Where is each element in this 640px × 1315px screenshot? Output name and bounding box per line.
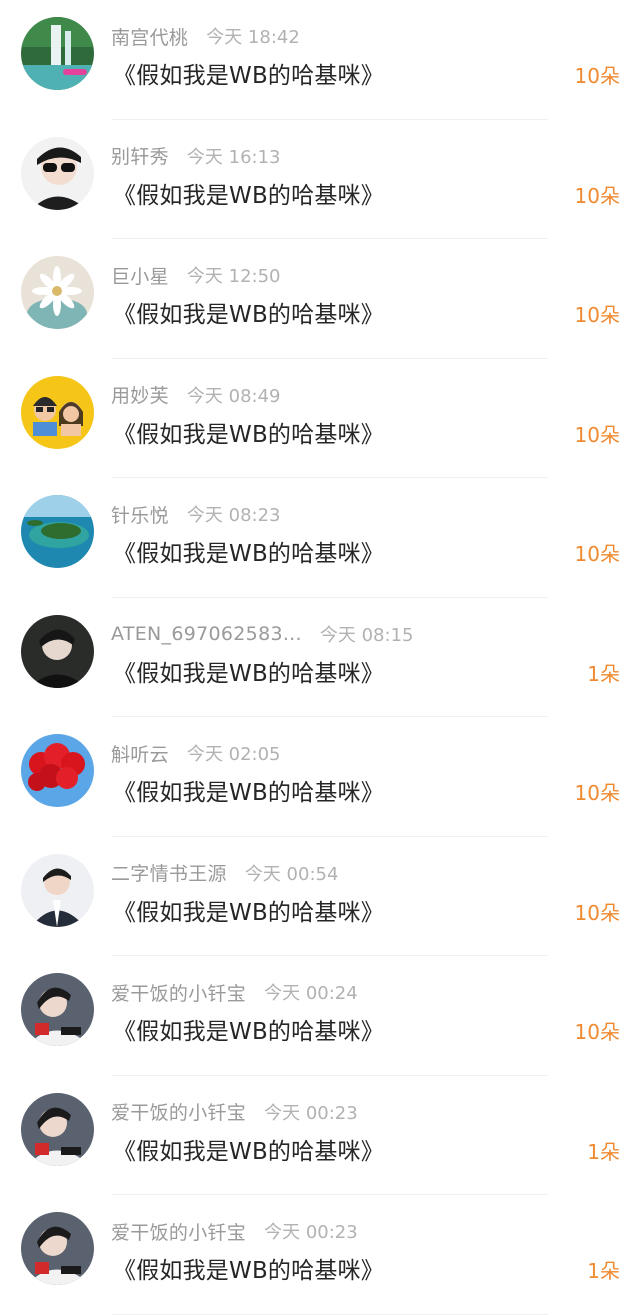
sender-name[interactable]: 斛听云 (111, 740, 169, 767)
waterfall-landscape-avatar[interactable] (21, 17, 94, 90)
sender-name[interactable]: 别轩秀 (111, 142, 169, 169)
sender-name[interactable]: 针乐悦 (111, 501, 169, 528)
gift-amount: 10朵 (574, 183, 620, 208)
gift-title[interactable]: 《假如我是WB的哈基咪》 (113, 56, 384, 90)
gift-amount: 10朵 (574, 1020, 620, 1044)
timestamp: 今天 00:24 (264, 983, 358, 1004)
gift-amount: 10朵 (574, 542, 620, 566)
timestamp: 今天 08:49 (186, 385, 281, 407)
sender-meta: 别轩秀 今天 16:13 (111, 142, 281, 170)
list-item[interactable]: ATEN_697062583... 今天 08:15 《假如我是WB的哈基咪》 … (0, 598, 640, 718)
gift-title[interactable]: 《假如我是WB的哈基咪》 (113, 1012, 384, 1046)
timestamp: 今天 00:54 (244, 863, 339, 885)
timestamp: 今天 16:13 (186, 146, 281, 168)
gift-title[interactable]: 《假如我是WB的哈基咪》 (113, 1251, 384, 1285)
sender-name[interactable]: ATEN_697062583... (111, 623, 302, 645)
gift-title[interactable]: 《假如我是WB的哈基咪》 (113, 773, 384, 807)
sender-name[interactable]: 二字情书王源 (111, 859, 227, 886)
sender-meta: 针乐悦 今天 08:23 (111, 500, 281, 528)
sender-meta: 爱干饭的小钎宝 今天 00:24 (111, 978, 358, 1006)
racer-portrait-avatar[interactable] (21, 973, 94, 1046)
portrait-avatar[interactable] (21, 853, 94, 927)
sunglasses-portrait-avatar[interactable] (21, 136, 94, 210)
sender-name[interactable]: 巨小星 (111, 262, 169, 289)
sender-meta: 巨小星 今天 12:50 (111, 261, 281, 289)
sender-meta: 用妙芙 今天 08:49 (111, 381, 281, 409)
sender-meta: 南宫代桃 今天 18:42 (111, 22, 300, 50)
gift-title[interactable]: 《假如我是WB的哈基咪》 (113, 176, 384, 210)
sender-name[interactable]: 爱干饭的小钎宝 (111, 979, 246, 1006)
timestamp: 今天 08:15 (319, 624, 414, 646)
red-balloons-avatar[interactable] (21, 734, 94, 807)
gift-amount: 10朵 (574, 303, 620, 327)
timestamp: 今天 00:23 (264, 1102, 358, 1124)
gift-amount: 10朵 (574, 781, 620, 805)
gift-amount: 10朵 (574, 64, 620, 88)
sender-meta: 二字情书王源 今天 00:54 (111, 859, 338, 887)
list-item[interactable]: 南宫代桃 今天 18:42 《假如我是WB的哈基咪》 10朵 (0, 0, 640, 120)
sender-name[interactable]: 南宫代桃 (111, 23, 188, 50)
gift-title[interactable]: 《假如我是WB的哈基咪》 (113, 534, 384, 568)
sender-name[interactable]: 用妙芙 (111, 381, 169, 408)
cartoon-couple-avatar[interactable] (21, 375, 94, 449)
list-item[interactable]: 爱干饭的小钎宝 今天 00:23 《假如我是WB的哈基咪》 1朵 (0, 1076, 640, 1196)
racer-portrait-avatar[interactable] (21, 1092, 94, 1166)
list-item[interactable]: 针乐悦 今天 08:23 《假如我是WB的哈基咪》 10朵 (0, 478, 640, 598)
sender-name[interactable]: 爱干饭的小钎宝 (111, 1218, 246, 1245)
gift-amount: 10朵 (574, 900, 620, 925)
list-item[interactable]: 巨小星 今天 12:50 《假如我是WB的哈基咪》 10朵 (0, 239, 640, 359)
timestamp: 今天 18:42 (206, 27, 300, 48)
daisy-flower-avatar[interactable] (21, 256, 94, 329)
list-item[interactable]: 用妙芙 今天 08:49 《假如我是WB的哈基咪》 10朵 (0, 359, 640, 479)
gift-list: 南宫代桃 今天 18:42 《假如我是WB的哈基咪》 10朵 别轩秀 今天 16… (0, 0, 640, 1315)
sender-name[interactable]: 爱干饭的小钎宝 (111, 1098, 246, 1125)
gift-title[interactable]: 《假如我是WB的哈基咪》 (113, 415, 384, 449)
gift-title[interactable]: 《假如我是WB的哈基咪》 (113, 893, 384, 927)
sender-meta: 爱干饭的小钎宝 今天 00:23 (111, 1217, 358, 1245)
gift-amount: 10朵 (574, 422, 620, 447)
island-avatar[interactable] (21, 495, 94, 568)
sender-meta: 斛听云 今天 02:05 (111, 739, 281, 767)
gift-amount: 1朵 (587, 1139, 620, 1164)
gift-title[interactable]: 《假如我是WB的哈基咪》 (113, 654, 384, 688)
list-item[interactable]: 斛听云 今天 02:05 《假如我是WB的哈基咪》 10朵 (0, 717, 640, 837)
gift-title[interactable]: 《假如我是WB的哈基咪》 (113, 295, 384, 329)
racer-portrait-avatar[interactable] (21, 1212, 94, 1285)
timestamp: 今天 02:05 (186, 744, 281, 765)
timestamp: 今天 00:23 (264, 1222, 358, 1243)
dark-portrait-avatar[interactable] (21, 614, 94, 688)
list-item[interactable]: 爱干饭的小钎宝 今天 00:24 《假如我是WB的哈基咪》 10朵 (0, 956, 640, 1076)
sender-meta: ATEN_697062583... 今天 08:15 (111, 620, 413, 648)
list-item[interactable]: 别轩秀 今天 16:13 《假如我是WB的哈基咪》 10朵 (0, 120, 640, 240)
timestamp: 今天 08:23 (186, 505, 281, 526)
gift-amount: 1朵 (587, 661, 620, 686)
list-item[interactable]: 爱干饭的小钎宝 今天 00:23 《假如我是WB的哈基咪》 1朵 (0, 1195, 640, 1315)
gift-title[interactable]: 《假如我是WB的哈基咪》 (113, 1132, 384, 1166)
timestamp: 今天 12:50 (186, 266, 281, 287)
list-item[interactable]: 二字情书王源 今天 00:54 《假如我是WB的哈基咪》 10朵 (0, 837, 640, 957)
sender-meta: 爱干饭的小钎宝 今天 00:23 (111, 1098, 358, 1126)
